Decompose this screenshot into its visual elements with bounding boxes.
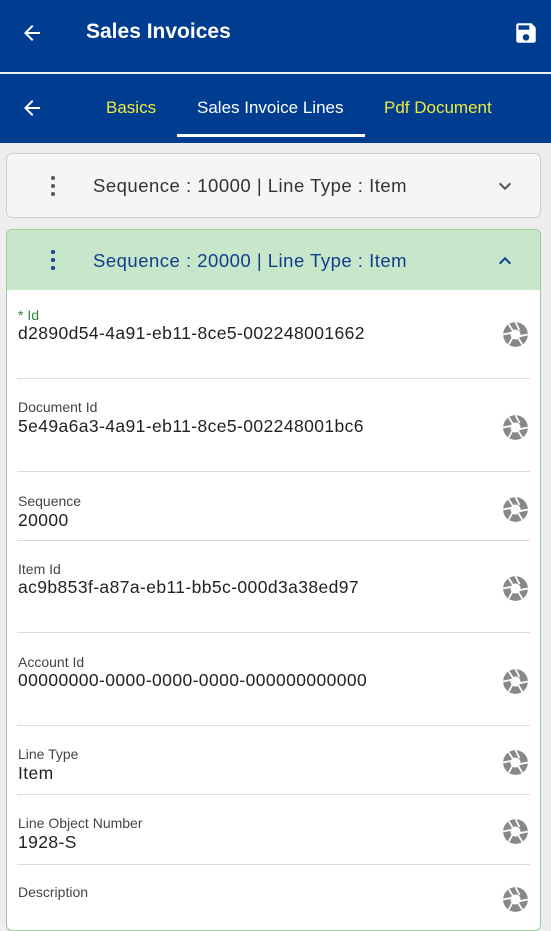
field-value[interactable]: Item (18, 763, 54, 784)
lookup-icon[interactable] (502, 414, 529, 441)
field-item-id: Item Id ac9b853f-a87a-eb11-bb5c-000d3a38… (17, 540, 530, 633)
line-summary: Sequence : 20000 | Line Type : Item (93, 250, 408, 271)
chevron-down-icon[interactable] (497, 178, 513, 194)
field-value[interactable]: ac9b853f-a87a-eb11-bb5c-000d3a38ed97 (18, 577, 359, 598)
field-label: Line Object Number (18, 815, 143, 831)
tab-basics[interactable]: Basics (106, 98, 156, 118)
field-value[interactable]: 5e49a6a3-4a91-eb11-8ce5-002248001bc6 (18, 416, 364, 437)
app-bar: Sales Invoices (0, 0, 551, 72)
page-title: Sales Invoices (86, 20, 231, 43)
field-label: Document Id (18, 399, 98, 415)
lookup-icon[interactable] (502, 749, 529, 776)
tab-pdf-document[interactable]: Pdf Document (384, 98, 492, 118)
tab-sales-invoice-lines[interactable]: Sales Invoice Lines (197, 98, 343, 118)
field-document-id: Document Id 5e49a6a3-4a91-eb11-8ce5-0022… (17, 378, 530, 472)
field-label: Item Id (18, 561, 61, 577)
field-label: Account Id (18, 654, 85, 670)
more-vert-icon[interactable] (50, 250, 56, 272)
tab-bar: Basics Sales Invoice Lines Pdf Document (0, 74, 551, 143)
lookup-icon[interactable] (502, 496, 529, 523)
field-value[interactable]: 00000000-0000-0000-0000-000000000000 (18, 670, 367, 691)
lookup-icon[interactable] (502, 668, 529, 695)
active-tab-indicator (177, 134, 365, 137)
field-label: Sequence (18, 493, 82, 509)
field-id: * Id d2890d54-4a91-eb11-8ce5-00224800166… (17, 290, 530, 379)
field-value[interactable]: 20000 (18, 510, 69, 531)
field-sequence: Sequence 20000 (17, 471, 530, 541)
line-card-expanded: Sequence : 20000 | Line Type : Item * Id… (6, 229, 541, 931)
line-card-collapsed[interactable]: Sequence : 10000 | Line Type : Item (6, 153, 541, 218)
field-label: Line Type (18, 746, 79, 762)
more-vert-icon[interactable] (50, 176, 56, 198)
lookup-icon[interactable] (502, 321, 529, 348)
chevron-up-icon[interactable] (497, 253, 513, 269)
line-card-header[interactable]: Sequence : 20000 | Line Type : Item (7, 230, 540, 290)
lookup-icon[interactable] (502, 818, 529, 845)
floppy-disk-icon[interactable] (513, 20, 539, 46)
field-label: Description (18, 884, 89, 900)
field-line-object-number: Line Object Number 1928-S (17, 794, 530, 865)
field-label: * Id (18, 307, 40, 323)
field-line-type: Line Type Item (17, 725, 530, 795)
arrow-left-icon[interactable] (20, 21, 44, 45)
line-summary: Sequence : 10000 | Line Type : Item (93, 175, 408, 196)
lookup-icon[interactable] (502, 886, 529, 913)
field-value[interactable]: d2890d54-4a91-eb11-8ce5-002248001662 (18, 323, 365, 344)
field-account-id: Account Id 00000000-0000-0000-0000-00000… (17, 632, 530, 726)
field-value[interactable]: 1928-S (18, 832, 77, 853)
field-description: Description (17, 864, 530, 930)
arrow-left-icon[interactable] (20, 96, 44, 120)
lookup-icon[interactable] (502, 575, 529, 602)
